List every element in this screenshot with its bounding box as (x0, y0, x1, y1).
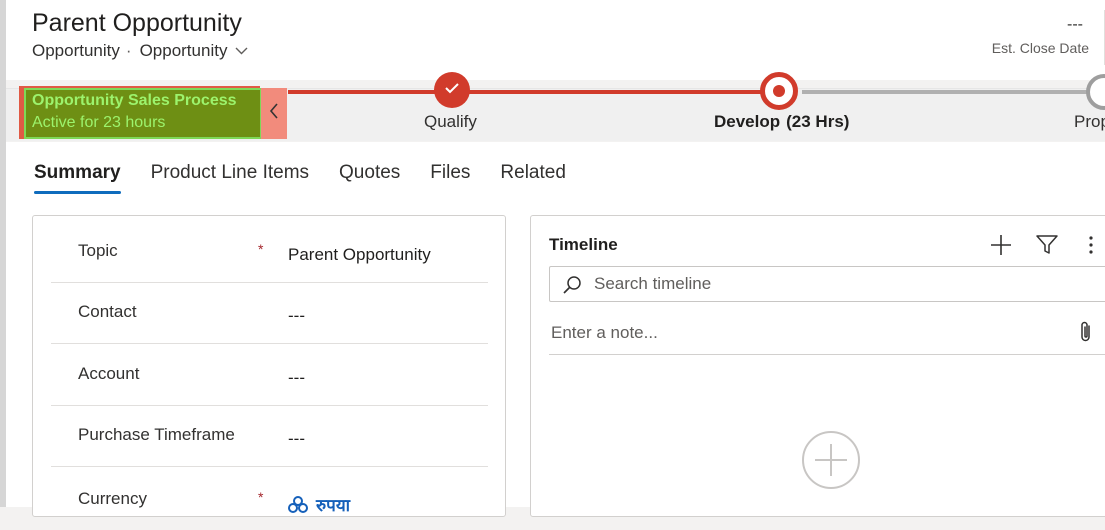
field-label-contact: Contact (78, 302, 137, 321)
more-icon[interactable] (1078, 232, 1104, 258)
stage-develop-marker[interactable] (760, 72, 798, 110)
field-value-currency[interactable]: रुपया (288, 493, 350, 516)
tab-summary[interactable]: Summary (34, 162, 121, 194)
field-row-account[interactable]: Account --- (51, 344, 488, 406)
form-selector-label[interactable]: Opportunity (140, 41, 228, 61)
check-icon (444, 80, 460, 100)
stage-propose-label[interactable]: Propose (1074, 112, 1105, 132)
tab-summary-label[interactable]: Summary (34, 162, 121, 183)
field-row-purchase-timeframe[interactable]: Purchase Timeframe --- (51, 405, 488, 467)
add-icon[interactable] (988, 232, 1014, 258)
field-value-contact[interactable]: --- (288, 306, 305, 326)
currency-link[interactable]: रुपया (316, 493, 350, 516)
field-label-currency: Currency (78, 489, 147, 508)
header-subtitle: Opportunity · Opportunity (32, 41, 248, 61)
process-status[interactable]: Active for 23 hours (32, 114, 165, 132)
business-process-flow: Opportunity Sales Process Active for 23 … (6, 72, 1105, 142)
collapse-process-button[interactable] (261, 88, 287, 139)
close-date-label: Est. Close Date (991, 40, 1089, 56)
subtitle-separator: · (125, 41, 132, 60)
required-marker: * (258, 241, 264, 257)
field-row-currency[interactable]: Currency * रुपया (51, 469, 488, 530)
progress-line-completed (288, 90, 766, 94)
field-value-purchase-timeframe[interactable]: --- (288, 429, 305, 449)
stage-develop-name[interactable]: Develop (714, 112, 780, 131)
record-header: Parent Opportunity Opportunity · Opportu… (6, 0, 1105, 80)
tab-list: Summary Product Line Items Quotes Files … (34, 162, 596, 194)
stage-develop-label[interactable]: Develop (23 Hrs) (714, 112, 849, 132)
field-value-topic[interactable]: Parent Opportunity (288, 245, 431, 265)
paperclip-icon[interactable] (1077, 320, 1095, 344)
tab-related[interactable]: Related (500, 162, 566, 184)
timeline-search-box[interactable] (549, 266, 1105, 302)
timeline-search-input[interactable] (592, 273, 1096, 295)
field-label-account: Account (78, 364, 140, 383)
tab-product-line-items[interactable]: Product Line Items (151, 162, 309, 184)
field-row-topic[interactable]: Topic * Parent Opportunity (51, 221, 488, 283)
stage-qualify-marker[interactable] (434, 72, 470, 108)
currency-icon (288, 495, 308, 515)
progress-line-upcoming (802, 90, 1105, 94)
field-row-contact[interactable]: Contact --- (51, 282, 488, 344)
chevron-down-icon[interactable] (235, 44, 248, 58)
search-icon (562, 275, 582, 295)
page-title: Parent Opportunity (32, 9, 242, 37)
process-name[interactable]: Opportunity Sales Process (32, 92, 237, 110)
stage-qualify-label[interactable]: Qualify (424, 112, 477, 132)
stage-develop-duration[interactable]: (23 Hrs) (786, 112, 849, 131)
field-label-purchase-timeframe: Purchase Timeframe (78, 425, 235, 444)
form-selector[interactable]: Opportunity (140, 41, 249, 61)
timeline-note-area[interactable] (549, 312, 1105, 355)
entity-name: Opportunity (32, 41, 120, 60)
tab-quotes[interactable]: Quotes (339, 162, 400, 184)
required-marker: * (258, 489, 264, 505)
chevron-left-icon[interactable] (269, 102, 279, 125)
tab-files[interactable]: Files (430, 162, 470, 184)
timeline-section: Timeline (530, 215, 1105, 517)
main-content: Summary Product Line Items Quotes Files … (6, 142, 1105, 517)
filter-icon[interactable] (1034, 232, 1060, 258)
close-date-value: --- (1067, 16, 1083, 33)
field-value-account[interactable]: --- (288, 368, 305, 388)
active-tab-indicator (34, 191, 121, 194)
add-circle-icon[interactable] (801, 430, 861, 490)
note-input[interactable] (549, 322, 1073, 344)
timeline-title: Timeline (549, 235, 618, 254)
summary-form-section: Topic * Parent Opportunity Contact --- A… (32, 215, 506, 517)
active-stage-dot (773, 85, 785, 97)
field-label-topic: Topic (78, 241, 118, 260)
